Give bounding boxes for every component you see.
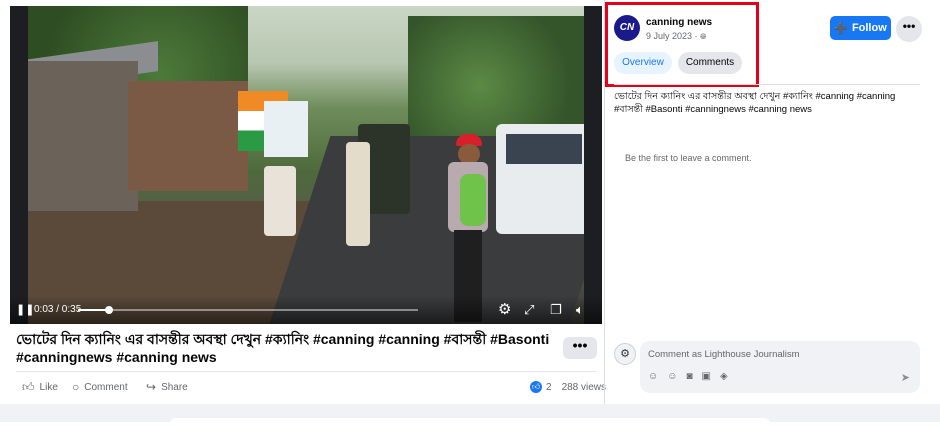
mute-icon[interactable]: 🔈︎ [576, 296, 584, 324]
comment-placeholder: Comment as Lighthouse Journalism [648, 349, 800, 360]
like-count[interactable]: 2 [546, 382, 552, 393]
post-more-button[interactable]: ••• [563, 337, 597, 359]
view-count: 288 views [561, 381, 607, 393]
post-caption: ভোটের দিন ক্যানিং এর বাসন্তীর অবস্থা দেখ… [614, 91, 896, 115]
next-card [170, 418, 770, 428]
highlight-annotation [605, 2, 759, 87]
sidebar-more-button[interactable]: ••• [896, 16, 922, 42]
add-friend-icon: ➕ [834, 22, 848, 35]
share-icon: ↪ [146, 380, 157, 394]
like-reaction-icon[interactable]: 👍︎ [530, 381, 542, 393]
video-frame [28, 6, 584, 324]
commenter-avatar[interactable]: ⚙ [614, 343, 636, 365]
comment-button[interactable]: ○ Comment [72, 380, 128, 394]
camera-icon[interactable]: ◙ [686, 371, 692, 382]
sticker-icon[interactable]: ◈ [720, 371, 728, 382]
gear-icon[interactable]: ⚙ [498, 296, 511, 324]
comment-icon: ○ [72, 380, 80, 394]
share-button[interactable]: ↪ Share [146, 380, 188, 394]
like-icon: 👍︎ [22, 379, 35, 394]
comment-input[interactable]: Comment as Lighthouse Journalism ☺ ☺ ◙ ▣… [640, 341, 920, 393]
send-icon[interactable]: ➤ [901, 371, 910, 384]
picture-in-picture-icon[interactable]: ❐ [550, 296, 562, 324]
gif-icon[interactable]: ▣ [701, 371, 710, 382]
like-button[interactable]: 👍︎ Like [22, 380, 58, 394]
seek-handle[interactable] [104, 306, 113, 314]
follow-label: Follow [851, 22, 887, 34]
empty-comments-message: Be the first to leave a comment. [625, 153, 752, 163]
follow-button[interactable]: ➕ Follow [830, 16, 891, 40]
post-stats: 👍︎ 2 288 views [530, 380, 606, 394]
post-title: ভোটের দিন ক্যানিং এর বাসন্তীর অবস্থা দেখ… [16, 331, 550, 365]
emoji-icon[interactable]: ☺ [667, 371, 677, 382]
avatar-sticker-icon[interactable]: ☺ [648, 371, 658, 382]
share-label: Share [161, 381, 188, 393]
divider [614, 84, 920, 85]
page-background-strip [0, 404, 940, 428]
divider [16, 371, 596, 372]
video-time: 0:03 / 0:35 [34, 304, 82, 315]
video-controls: ❚❚ 0:03 / 0:35 ⚙ ⤢ ❐ 🔈︎ [10, 296, 602, 324]
video-player[interactable] [10, 6, 602, 324]
seek-bar[interactable] [78, 306, 418, 314]
comment-tools: ☺ ☺ ◙ ▣ ◈ [648, 371, 728, 382]
expand-icon[interactable]: ⤢ [524, 296, 534, 324]
comment-label: Comment [84, 381, 128, 393]
like-label: Like [39, 381, 58, 393]
pause-button[interactable]: ❚❚ [16, 296, 34, 324]
